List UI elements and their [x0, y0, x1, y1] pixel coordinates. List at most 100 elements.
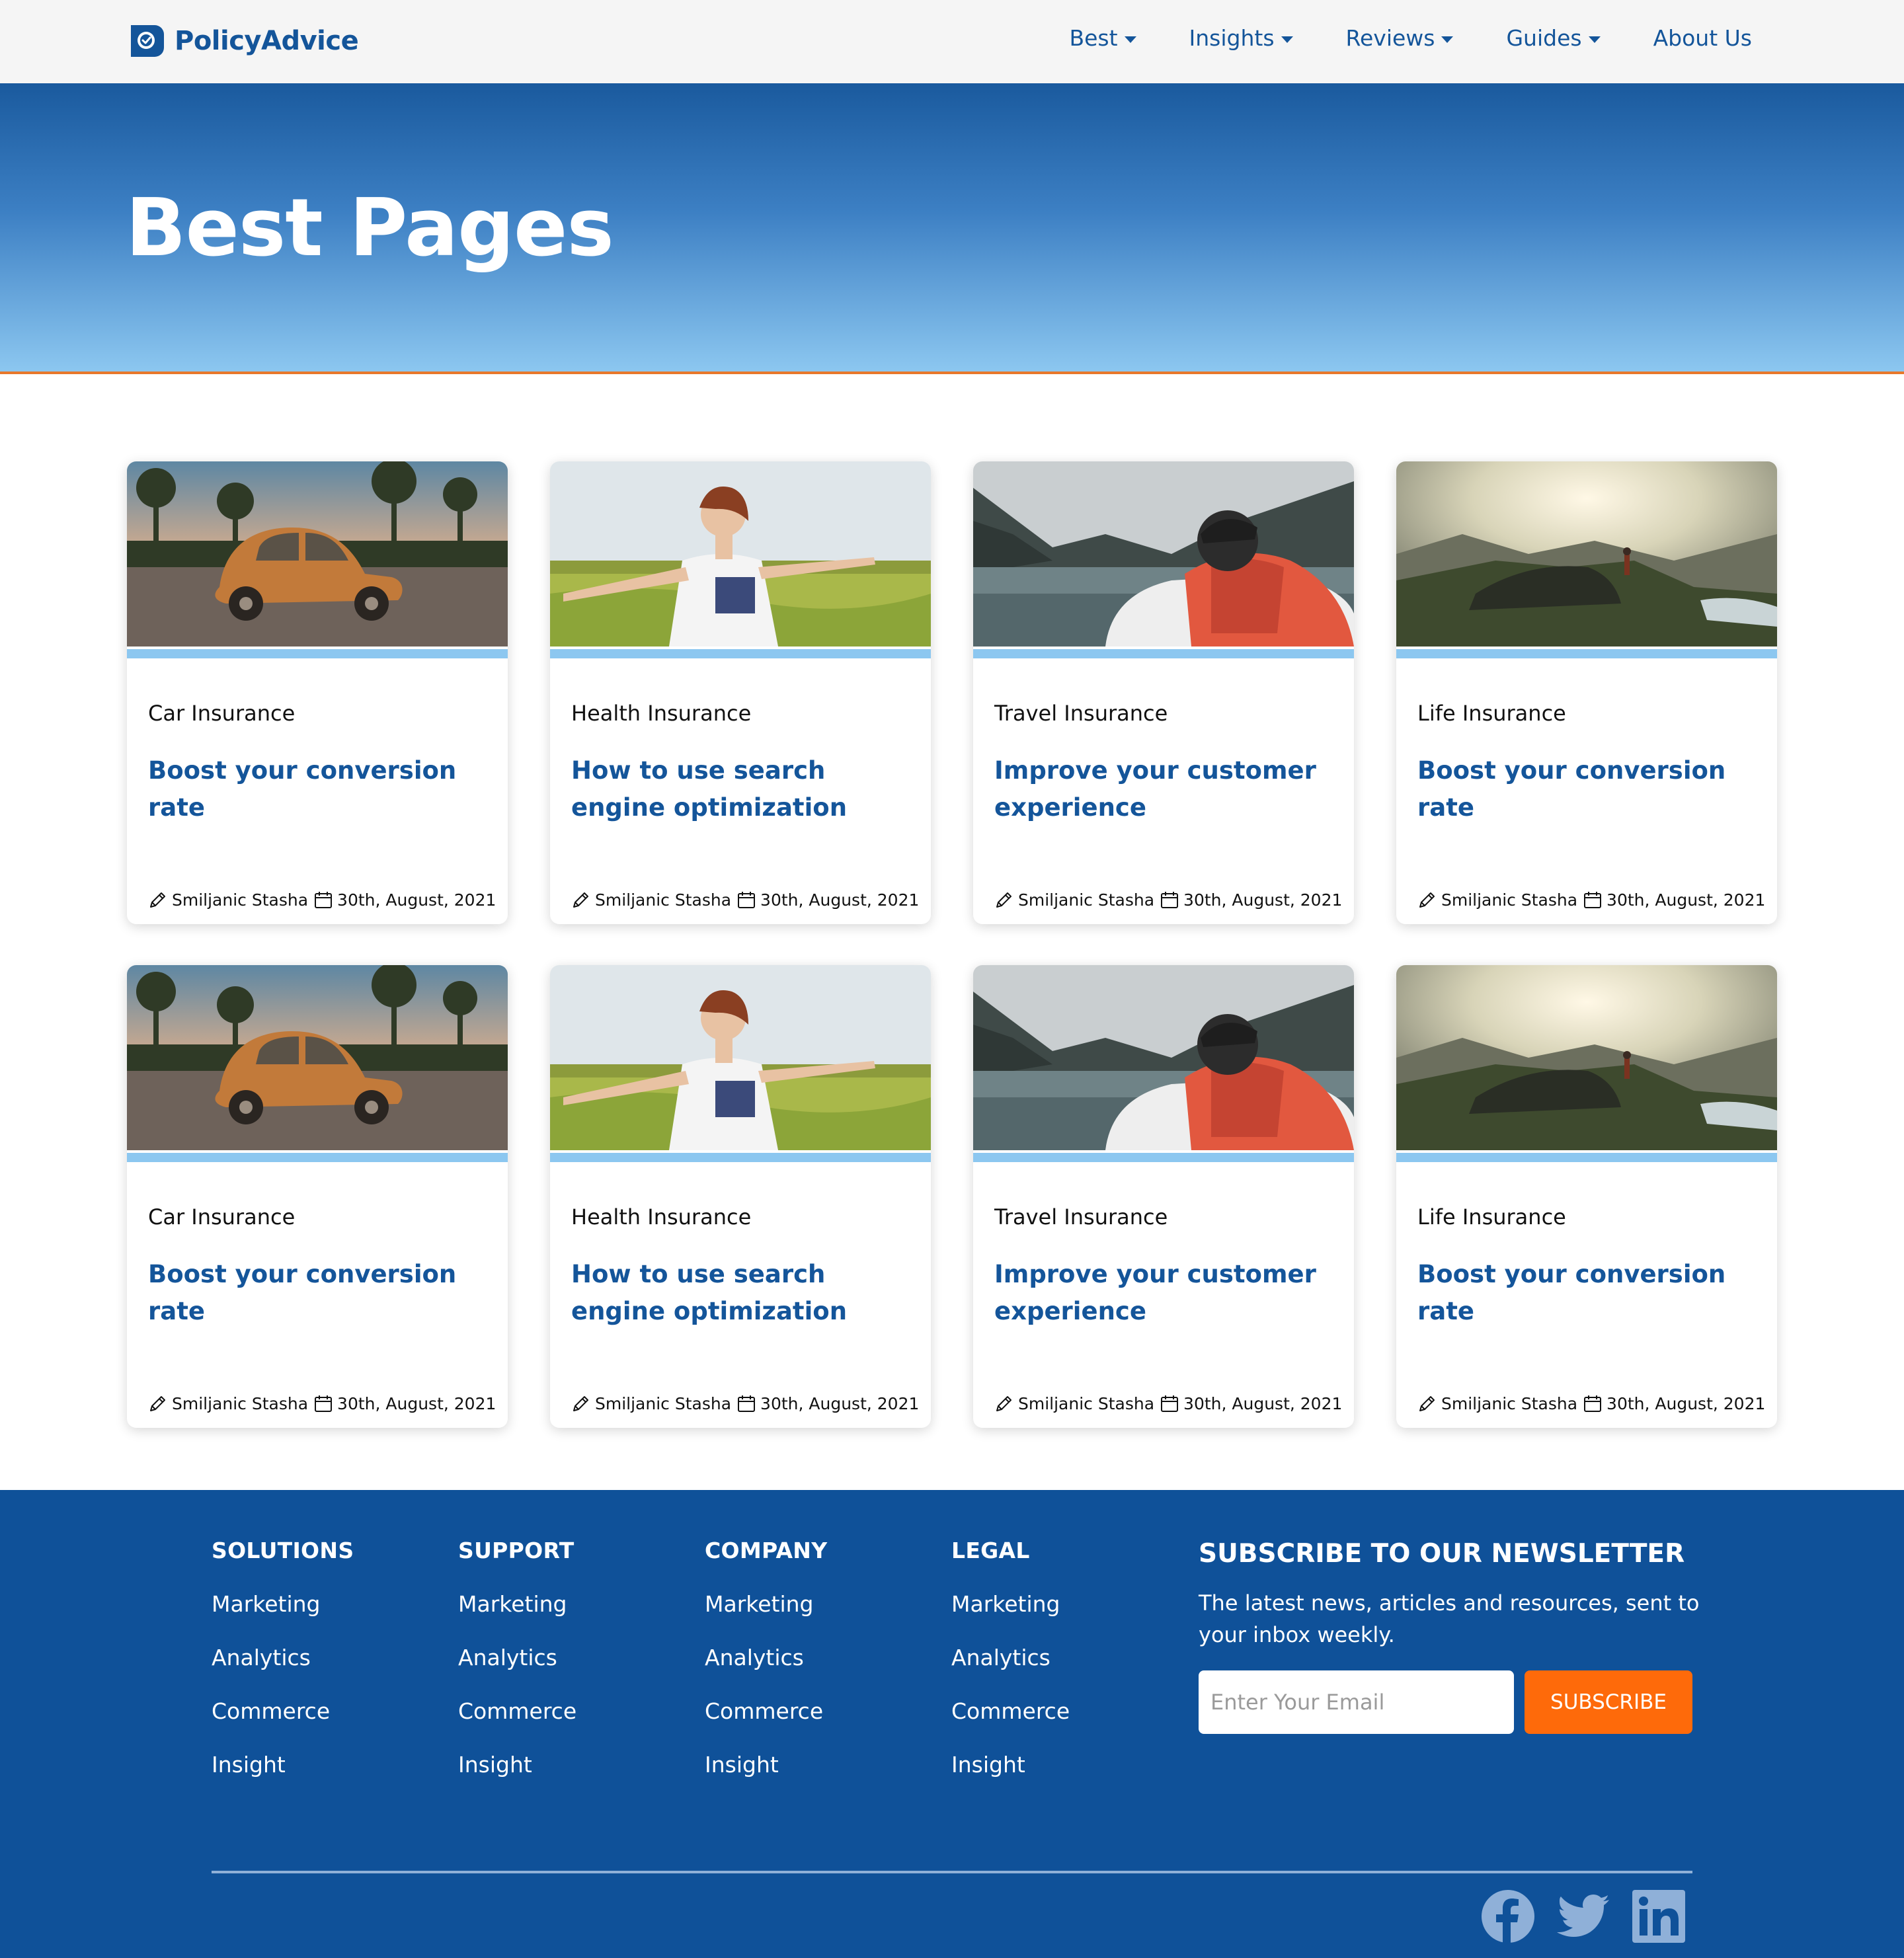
card-meta: Smiljanic Stasha 30th, August, 2021	[1417, 1393, 1765, 1413]
article-card[interactable]: Health Insurance How to use search engin…	[550, 965, 931, 1428]
footer-link[interactable]: Analytics	[458, 1645, 683, 1670]
article-card[interactable]: Car Insurance Boost your conversion rate…	[127, 461, 508, 924]
article-card[interactable]: Travel Insurance Improve your customer e…	[973, 965, 1354, 1428]
card-title[interactable]: Boost your conversion rate	[148, 752, 492, 826]
card-accent-strip	[973, 649, 1354, 658]
top-navbar: PolicyAdvice Best Insights Reviews Guide…	[0, 0, 1904, 83]
twitter-icon[interactable]	[1556, 1889, 1610, 1943]
footer-link[interactable]: Marketing	[705, 1591, 930, 1617]
page-title: Best Pages	[126, 182, 614, 274]
newsletter-form: SUBSCRIBE	[1199, 1670, 1701, 1734]
footer-link[interactable]: Commerce	[458, 1698, 683, 1724]
card-title[interactable]: Improve your customer experience	[994, 1256, 1338, 1330]
article-card[interactable]: Car Insurance Boost your conversion rate…	[127, 965, 508, 1428]
card-meta: Smiljanic Stasha 30th, August, 2021	[148, 890, 496, 910]
logo[interactable]: PolicyAdvice	[126, 20, 359, 62]
card-meta: Smiljanic Stasha 30th, August, 2021	[148, 1393, 496, 1413]
nav-reviews[interactable]: Reviews	[1346, 25, 1454, 51]
card-category: Life Insurance	[1417, 701, 1566, 726]
footer-link[interactable]: Commerce	[951, 1698, 1176, 1724]
chevron-down-icon	[1588, 36, 1601, 43]
card-title[interactable]: Boost your conversion rate	[1417, 1256, 1761, 1330]
footer-heading: SUPPORT	[458, 1538, 575, 1563]
card-accent-strip	[550, 649, 931, 658]
card-date: 30th, August, 2021	[1183, 890, 1343, 910]
calendar-icon	[738, 1395, 756, 1412]
nav-label: Guides	[1506, 25, 1582, 51]
chevron-down-icon	[1441, 36, 1454, 43]
footer-link[interactable]: Marketing	[458, 1591, 683, 1617]
nav-label: Reviews	[1345, 25, 1435, 51]
card-author: Smiljanic Stasha	[595, 890, 732, 910]
pencil-icon	[996, 1396, 1012, 1411]
card-title[interactable]: How to use search engine optimization	[571, 752, 915, 826]
newsletter-heading: SUBSCRIBE TO OUR NEWSLETTER	[1199, 1539, 1685, 1569]
nav-best[interactable]: Best	[1069, 25, 1136, 51]
nav-insights[interactable]: Insights	[1189, 25, 1293, 51]
card-image	[973, 965, 1354, 1150]
footer-heading: COMPANY	[705, 1538, 828, 1563]
nav-label: Best	[1069, 25, 1118, 51]
card-author: Smiljanic Stasha	[1441, 1393, 1578, 1413]
footer-link[interactable]: Insight	[458, 1752, 683, 1778]
card-accent-strip	[550, 1153, 931, 1162]
pencil-icon	[996, 892, 1012, 908]
footer-link[interactable]: Analytics	[705, 1645, 930, 1670]
card-accent-strip	[973, 1153, 1354, 1162]
card-title[interactable]: Boost your conversion rate	[1417, 752, 1761, 826]
card-title[interactable]: How to use search engine optimization	[571, 1256, 915, 1330]
footer-link[interactable]: Insight	[951, 1752, 1176, 1778]
card-date: 30th, August, 2021	[760, 1393, 920, 1413]
card-title[interactable]: Boost your conversion rate	[148, 1256, 492, 1330]
card-date: 30th, August, 2021	[1606, 1393, 1766, 1413]
footer-link[interactable]: Analytics	[212, 1645, 436, 1670]
pencil-icon	[573, 892, 588, 908]
card-title[interactable]: Improve your customer experience	[994, 752, 1338, 826]
card-category: Health Insurance	[571, 701, 752, 726]
card-date: 30th, August, 2021	[760, 890, 920, 910]
nav-about-us[interactable]: About Us	[1653, 25, 1752, 51]
calendar-icon	[1584, 892, 1602, 908]
email-field[interactable]	[1199, 1670, 1514, 1734]
card-date: 30th, August, 2021	[337, 1393, 496, 1413]
newsletter-text: The latest news, articles and resources,…	[1199, 1590, 1700, 1647]
card-meta: Smiljanic Stasha 30th, August, 2021	[1417, 890, 1765, 910]
footer-link[interactable]: Analytics	[951, 1645, 1176, 1670]
footer-link[interactable]: Commerce	[705, 1698, 930, 1724]
article-card[interactable]: Health Insurance How to use search engin…	[550, 461, 931, 924]
linkedin-icon[interactable]	[1632, 1889, 1686, 1943]
article-card[interactable]: Life Insurance Boost your conversion rat…	[1396, 965, 1777, 1428]
card-category: Travel Insurance	[994, 1204, 1168, 1230]
card-category: Car Insurance	[148, 1204, 296, 1230]
subscribe-button[interactable]: SUBSCRIBE	[1525, 1670, 1692, 1734]
pencil-icon	[1419, 1396, 1435, 1411]
card-category: Travel Insurance	[994, 701, 1168, 726]
card-image	[973, 461, 1354, 646]
footer-link[interactable]: Insight	[212, 1752, 436, 1778]
card-accent-strip	[127, 1153, 508, 1162]
card-image	[127, 461, 508, 646]
card-date: 30th, August, 2021	[1183, 1393, 1343, 1413]
card-image	[550, 965, 931, 1150]
footer-column-company: COMPANY Marketing Analytics Commerce Ins…	[705, 1538, 930, 1778]
card-grid: Car Insurance Boost your conversion rate…	[127, 461, 1777, 1428]
facebook-icon[interactable]	[1481, 1889, 1535, 1943]
card-meta: Smiljanic Stasha 30th, August, 2021	[571, 1393, 919, 1413]
logo-icon	[131, 25, 164, 57]
calendar-icon	[1584, 1395, 1602, 1412]
card-accent-strip	[127, 649, 508, 658]
chevron-down-icon	[1281, 36, 1293, 43]
footer-column-support: SUPPORT Marketing Analytics Commerce Ins…	[458, 1538, 683, 1778]
footer-link[interactable]: Marketing	[212, 1591, 436, 1617]
nav-guides[interactable]: Guides	[1506, 25, 1601, 51]
card-category: Car Insurance	[148, 701, 296, 726]
footer-link[interactable]: Commerce	[212, 1698, 436, 1724]
card-author: Smiljanic Stasha	[172, 1393, 309, 1413]
footer-link[interactable]: Insight	[705, 1752, 930, 1778]
footer-link[interactable]: Marketing	[951, 1591, 1176, 1617]
article-card[interactable]: Travel Insurance Improve your customer e…	[973, 461, 1354, 924]
article-card[interactable]: Life Insurance Boost your conversion rat…	[1396, 461, 1777, 924]
nav-label: Insights	[1189, 25, 1275, 51]
card-accent-strip	[1396, 649, 1777, 658]
card-category: Life Insurance	[1417, 1204, 1566, 1230]
